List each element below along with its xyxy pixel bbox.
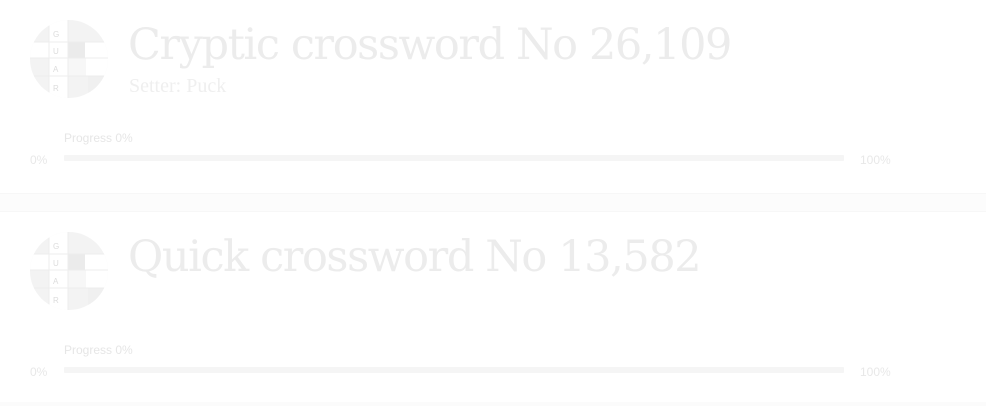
svg-text:A: A (53, 277, 59, 286)
svg-text:U: U (53, 259, 59, 268)
progress-max-label: 100% (860, 365, 891, 379)
svg-text:R: R (53, 296, 59, 305)
progress-max-label: 100% (860, 153, 891, 167)
progress-label: Progress 0% (64, 131, 133, 145)
svg-text:U: U (53, 47, 59, 56)
crossword-logo-icon: G U A R (30, 20, 108, 98)
progress-min-label: 0% (30, 365, 48, 379)
crossword-title[interactable]: Quick crossword No 13,582 (128, 230, 702, 284)
svg-text:G: G (53, 242, 59, 251)
svg-text:R: R (53, 84, 59, 93)
progress-label: Progress 0% (64, 343, 133, 357)
card-separator (0, 402, 986, 406)
card-separator (0, 193, 986, 212)
crossword-setter: Setter: Puck (129, 75, 227, 97)
crossword-title[interactable]: Cryptic crossword No 26,109 (128, 18, 732, 72)
crossword-logo-icon: G U A R (30, 232, 108, 310)
progress-min-label: 0% (30, 153, 48, 167)
progress-bar (64, 367, 844, 373)
svg-text:G: G (53, 30, 59, 39)
crossword-card-cryptic[interactable]: G U A R Cryptic crossword No 26,109 Sett… (0, 0, 986, 193)
svg-text:A: A (53, 65, 59, 74)
progress-bar (64, 155, 844, 161)
crossword-card-quick[interactable]: G U A R Quick crossword No 13,582 Progre… (0, 212, 986, 405)
